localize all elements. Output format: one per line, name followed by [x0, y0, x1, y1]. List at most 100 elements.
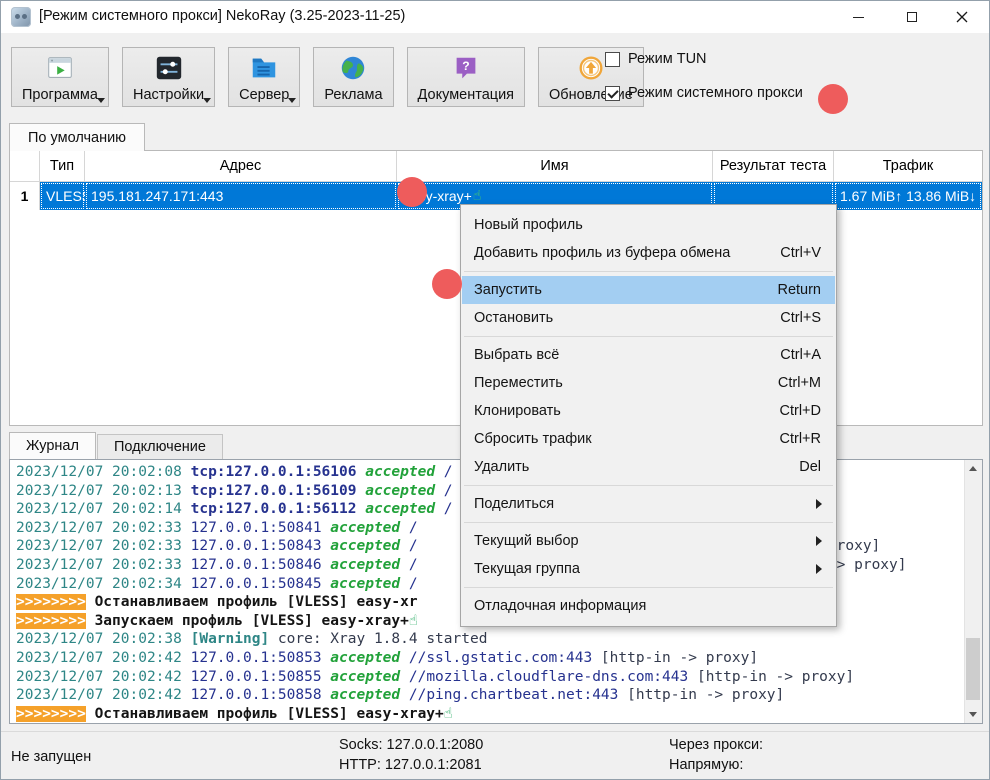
toolbar-button-label: Документация	[418, 87, 514, 103]
log-line: 2023/12/07 20:02:42 127.0.0.1:50853 acce…	[16, 649, 965, 668]
context-menu: Новый профиль Добавить профиль из буфера …	[460, 204, 837, 627]
menu-item-сбросить-трафик[interactable]: Сбросить трафикCtrl+R	[462, 425, 835, 453]
annotation-dot-2	[397, 177, 427, 207]
status-socks: Socks: 127.0.0.1:2080	[339, 736, 483, 756]
menu-item-shortcut: Ctrl+S	[780, 310, 821, 326]
type-cell[interactable]: VLESS	[40, 182, 85, 210]
menu-item-удалить[interactable]: УдалитьDel	[462, 453, 835, 481]
menu-item-label: Поделиться	[474, 496, 821, 512]
tab-default-group[interactable]: По умолчанию	[9, 123, 145, 151]
status-proxy-addresses: Socks: 127.0.0.1:2080 HTTP: 127.0.0.1:20…	[339, 736, 483, 775]
traffic-cell[interactable]: 1.67 MiB↑ 13.86 MiB↓	[834, 182, 982, 210]
maximize-icon	[907, 12, 917, 22]
menu-item-shortcut: Return	[777, 282, 821, 298]
menu-item-label: Выбрать всё	[474, 347, 780, 363]
menu-item-label: Текущий выбор	[474, 533, 821, 549]
menu-separator	[464, 271, 833, 272]
log-line: 2023/12/07 20:02:42 127.0.0.1:50858 acce…	[16, 686, 965, 705]
toolbar-checkboxes: Режим TUN Режим системного прокси	[605, 49, 803, 117]
toolbar-button-ads[interactable]: Реклама	[313, 47, 393, 107]
menu-item-новый-профиль[interactable]: Новый профиль	[462, 211, 835, 239]
checkbox-tun-mode-box[interactable]	[605, 52, 620, 67]
column-header-rownum[interactable]	[10, 151, 40, 181]
pointing-hand-icon: ☝	[473, 188, 482, 204]
menu-item-label: Новый профиль	[474, 217, 821, 233]
menu-item-shortcut: Ctrl+D	[780, 403, 822, 419]
menu-item-клонировать[interactable]: КлонироватьCtrl+D	[462, 397, 835, 425]
scroll-up-button[interactable]	[965, 460, 981, 477]
menu-item-label: Удалить	[474, 459, 799, 475]
dropdown-caret-icon	[97, 98, 105, 103]
title-bar: [Режим системного прокси] NekoRay (3.25-…	[1, 1, 989, 33]
checkbox-system-proxy-mode-box[interactable]	[605, 86, 620, 101]
status-state: Не запущен	[11, 749, 91, 765]
log-scrollbar[interactable]	[964, 460, 982, 723]
toolbar-button-label: Сервер	[239, 87, 289, 103]
menu-separator	[464, 336, 833, 337]
status-via-proxy: Через прокси:	[669, 736, 763, 756]
tab-connections[interactable]: Подключение	[97, 434, 223, 459]
menu-item-переместить[interactable]: ПереместитьCtrl+M	[462, 369, 835, 397]
menu-item-label: Клонировать	[474, 403, 780, 419]
toolbar-button-settings[interactable]: Настройки	[122, 47, 215, 107]
menu-item-текущий-выбор[interactable]: Текущий выбор	[462, 527, 835, 555]
scroll-down-icon	[969, 712, 977, 717]
submenu-arrow-icon	[816, 564, 822, 574]
menu-item-текущая-группа[interactable]: Текущая группа	[462, 555, 835, 583]
menu-item-label: Переместить	[474, 375, 778, 391]
globe-icon	[337, 52, 369, 84]
tab-log[interactable]: Журнал	[9, 432, 96, 459]
close-button[interactable]	[939, 1, 985, 33]
checkbox-tun-mode[interactable]: Режим TUN	[605, 49, 803, 69]
log-line: >>>>>>>> Останавливаем профиль [VLESS] e…	[16, 705, 965, 723]
checkbox-system-proxy-mode[interactable]: Режим системного прокси	[605, 83, 803, 103]
toolbar-button-server[interactable]: Сервер	[228, 47, 300, 107]
menu-item-shortcut: Ctrl+V	[780, 245, 821, 261]
scroll-down-button[interactable]	[965, 706, 981, 723]
menu-item-shortcut: Del	[799, 459, 821, 475]
status-traffic-summary: Через прокси: Напрямую:	[669, 736, 763, 775]
annotation-dot-1	[818, 84, 848, 114]
menu-item-отладочная-информация[interactable]: Отладочная информация	[462, 592, 835, 620]
menu-item-shortcut: Ctrl+M	[778, 375, 821, 391]
menu-item-shortcut: Ctrl+R	[780, 431, 822, 447]
tab-log-label: Журнал	[26, 438, 79, 454]
menu-item-остановить[interactable]: ОстановитьCtrl+S	[462, 304, 835, 332]
status-bar: Не запущен Socks: 127.0.0.1:2080 HTTP: 1…	[1, 731, 989, 779]
column-header-type[interactable]: Тип	[40, 151, 85, 181]
checkbox-system-proxy-mode-label: Режим системного прокси	[628, 85, 803, 101]
server-table-header: Тип Адрес Имя Результат теста Трафик	[10, 151, 982, 182]
help-bubble-icon: ?	[450, 52, 482, 84]
toolbar-buttons: Программа Настройки Сервер Реклама? Документ…	[11, 47, 644, 107]
toolbar-button-label: Настройки	[133, 87, 204, 103]
toolbar-button-program[interactable]: Программа	[11, 47, 109, 107]
dropdown-caret-icon	[203, 98, 211, 103]
toolbar-button-label: Реклама	[324, 87, 382, 103]
menu-item-label: Отладочная информация	[474, 598, 821, 614]
column-header-traffic[interactable]: Трафик	[834, 151, 982, 181]
menu-item-label: Запустить	[474, 282, 777, 298]
checkbox-tun-mode-label: Режим TUN	[628, 51, 707, 67]
menu-item-добавить-профиль-из-буфера-обмена[interactable]: Добавить профиль из буфера обменаCtrl+V	[462, 239, 835, 267]
column-header-test-result[interactable]: Результат теста	[713, 151, 834, 181]
minimize-button[interactable]	[835, 1, 881, 33]
maximize-button[interactable]	[889, 1, 935, 33]
menu-item-поделиться[interactable]: Поделиться	[462, 490, 835, 518]
column-header-address[interactable]: Адрес	[85, 151, 397, 181]
toolbar-button-documentation[interactable]: ? Документация	[407, 47, 525, 107]
menu-item-shortcut: Ctrl+A	[780, 347, 821, 363]
row-number-cell[interactable]: 1	[10, 182, 40, 210]
column-header-name[interactable]: Имя	[397, 151, 713, 181]
app-icon	[11, 7, 31, 27]
menu-item-label: Сбросить трафик	[474, 431, 780, 447]
menu-separator	[464, 485, 833, 486]
scrollbar-thumb[interactable]	[966, 638, 980, 700]
menu-item-выбрать-всё[interactable]: Выбрать всёCtrl+A	[462, 341, 835, 369]
address-cell[interactable]: 195.181.247.171:443	[85, 182, 397, 210]
log-line: 2023/12/07 20:02:38 [Warning] core: Xray…	[16, 630, 965, 649]
folder-icon	[248, 52, 280, 84]
menu-item-label: Добавить профиль из буфера обмена	[474, 245, 780, 261]
menu-item-запустить[interactable]: ЗапуститьReturn	[462, 276, 835, 304]
status-direct: Напрямую:	[669, 756, 763, 776]
svg-text:?: ?	[462, 59, 469, 73]
